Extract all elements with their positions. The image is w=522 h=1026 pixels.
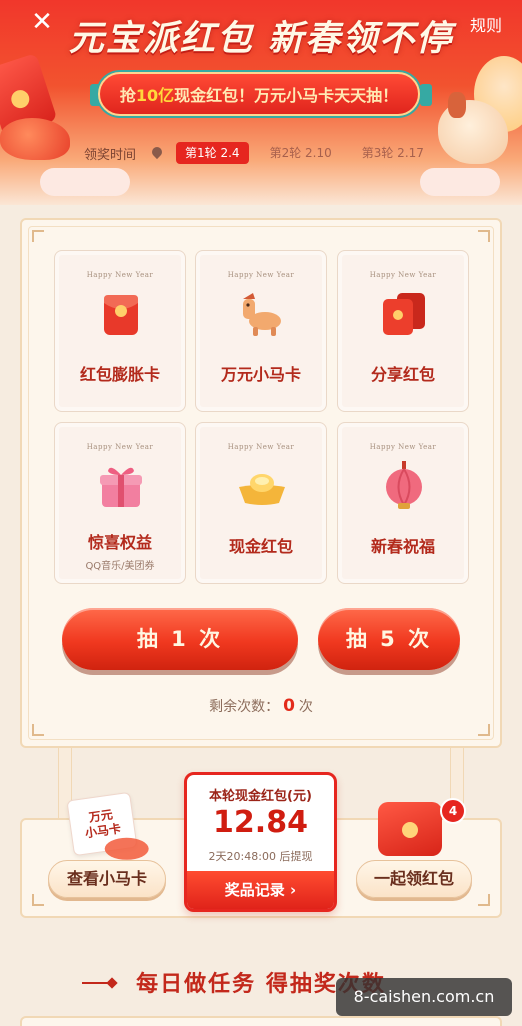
card-caption: Happy New Year [86, 443, 154, 451]
prize-card-cash: Happy New Year 现金红包 [195, 422, 327, 584]
location-pin-icon [152, 147, 162, 159]
prize-name: 惊喜权益 [87, 533, 152, 552]
banner-cap-right [420, 84, 432, 106]
collect-envelope-button[interactable]: 一起领红包 [356, 860, 472, 898]
card-caption: Happy New Year [227, 443, 295, 451]
notification-badge: 4 [440, 798, 466, 824]
tab-round-1[interactable]: 第1轮 2.4 [176, 142, 249, 164]
pony-icon [243, 293, 281, 336]
prize-card-share: Happy New Year 分享红包 [337, 250, 469, 412]
header-banner: ✕ 规则 元宝派红包 新春领不停 抢 10亿 现金红包！万元小马卡天天抽！ 领奖… [0, 0, 522, 205]
koi-decoration [0, 118, 70, 160]
corner-ornament [478, 894, 490, 906]
remaining-draws: 剩余次数： 0 次 [0, 696, 522, 716]
corner-ornament [32, 724, 44, 736]
card-caption: Happy New Year [86, 271, 154, 279]
watermark: 8-caishen.com.cn [336, 978, 512, 1016]
cash-title: 本轮现金红包(元) [209, 789, 312, 804]
prize-name: 分享红包 [370, 365, 435, 384]
card-caption: Happy New Year [369, 271, 437, 279]
gold-ingot-icon [239, 474, 285, 505]
round-selector: 领奖时间 第1轮 2.4 第2轮 2.10 第3轮 2.17 [84, 141, 433, 165]
lantern-icon [386, 461, 422, 509]
claim-time-label: 领奖时间 [84, 147, 137, 163]
prize-name: 万元小马卡 [220, 365, 301, 384]
red-envelope-thumbnail [378, 802, 442, 856]
cloud-decoration [420, 168, 500, 196]
corner-ornament [478, 724, 490, 736]
draw-five-button[interactable]: 抽 5 次 [318, 608, 460, 670]
card-caption: Happy New Year [227, 271, 295, 279]
remaining-unit: 次 [298, 699, 313, 715]
horse-card-thumbnail: 万元 小马卡 [66, 791, 138, 857]
prize-card-horse: Happy New Year 万元小马卡 [195, 250, 327, 412]
slogan-banner: 抢 10亿 现金红包！万元小马卡天天抽！ [98, 72, 420, 116]
tab-round-2[interactable]: 第2轮 2.10 [261, 142, 341, 164]
draw-once-button[interactable]: 抽 1 次 [62, 608, 298, 670]
red-envelope-icon [104, 295, 138, 335]
card-caption: Happy New Year [369, 443, 437, 451]
withdraw-countdown: 2天20:48:00 后提现 [208, 850, 313, 863]
remaining-label: 剩余次数： [209, 699, 280, 715]
prize-subtitle: QQ音乐/美团券 [85, 561, 155, 572]
corner-ornament [32, 894, 44, 906]
slogan-prefix: 抢 [119, 86, 136, 105]
cloud-decoration [40, 168, 130, 196]
slogan-highlight: 10亿 [135, 86, 175, 105]
prize-card-expand: Happy New Year 红包膨胀卡 [54, 250, 186, 412]
prize-card-blessing: Happy New Year 新春祝福 [337, 422, 469, 584]
slogan-suffix: 现金红包！万元小马卡天天抽！ [174, 86, 399, 105]
page-title: 元宝派红包 新春领不停 [68, 19, 454, 59]
gift-box-icon [100, 467, 142, 507]
tab-round-3[interactable]: 第3轮 2.17 [353, 142, 433, 164]
task-panel [20, 1016, 502, 1026]
view-horse-card-button[interactable]: 查看小马卡 [48, 860, 166, 898]
remaining-count: 0 [283, 696, 295, 716]
prize-name: 现金红包 [228, 537, 293, 556]
prize-card-surprise: Happy New Year 惊喜权益 QQ音乐/美团券 [54, 422, 186, 584]
prize-record-button[interactable]: 奖品记录 › [187, 871, 334, 909]
prize-name: 新春祝福 [370, 537, 435, 556]
cash-envelope-card: 本轮现金红包(元) 12.84 2天20:48:00 后提现 奖品记录 › [184, 772, 337, 912]
cash-amount: 12.84 [213, 805, 308, 840]
corner-ornament [32, 230, 44, 242]
prize-name: 红包膨胀卡 [79, 365, 160, 384]
corner-ornament [478, 230, 490, 242]
twin-envelopes-icon [383, 293, 425, 335]
